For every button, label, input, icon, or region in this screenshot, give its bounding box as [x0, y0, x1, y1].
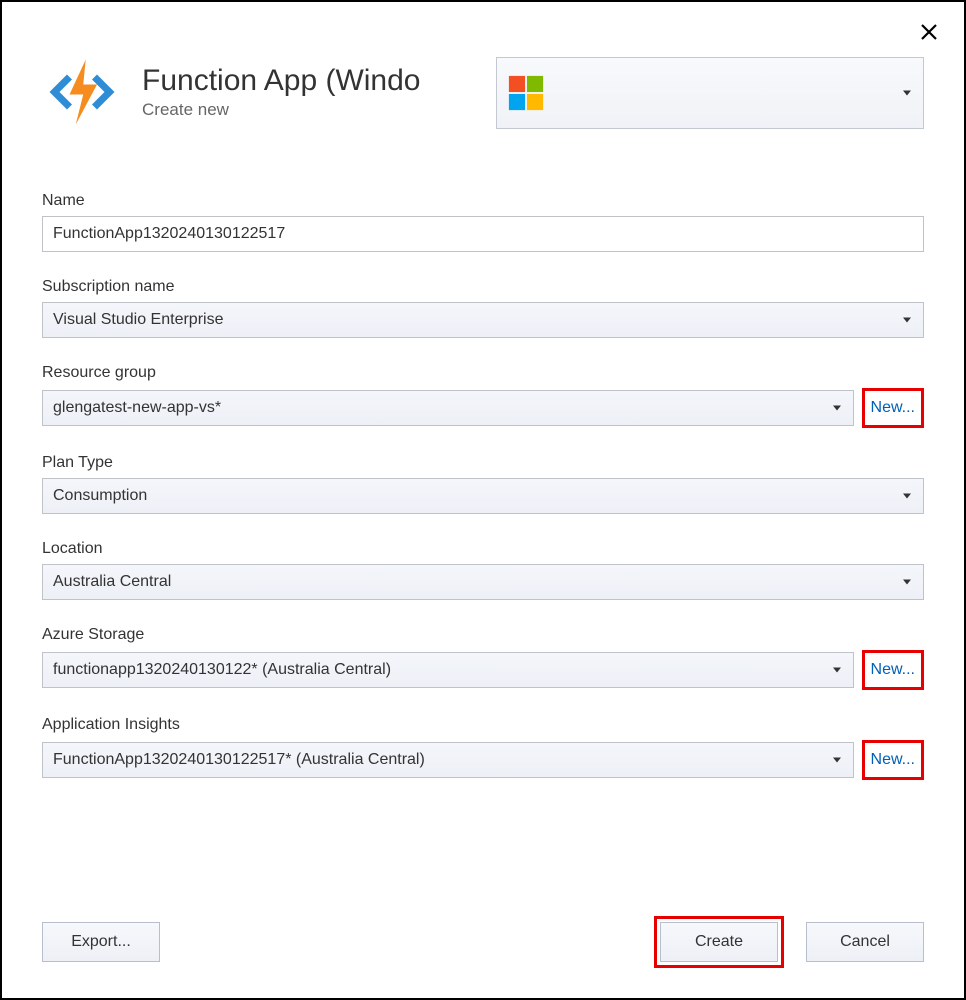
subscription-value: Visual Studio Enterprise: [53, 311, 223, 329]
chevron-down-icon: [903, 580, 911, 585]
dialog-title: Function App (Windo: [142, 64, 420, 98]
chevron-down-icon: [833, 406, 841, 411]
storage-dropdown[interactable]: functionapp1320240130122* (Australia Cen…: [42, 652, 854, 688]
dialog-footer: Export... Create Cancel: [42, 916, 924, 968]
dialog-subtitle: Create new: [142, 100, 420, 120]
account-selector[interactable]: [496, 57, 924, 129]
location-dropdown[interactable]: Australia Central: [42, 564, 924, 600]
chevron-down-icon: [903, 494, 911, 499]
plan-type-dropdown[interactable]: Consumption: [42, 478, 924, 514]
cancel-button[interactable]: Cancel: [806, 922, 924, 962]
chevron-down-icon: [833, 758, 841, 763]
resource-group-new-button[interactable]: New...: [862, 388, 924, 428]
storage-new-button[interactable]: New...: [862, 650, 924, 690]
plan-type-value: Consumption: [53, 487, 147, 505]
chevron-down-icon: [833, 668, 841, 673]
microsoft-logo-icon: [507, 74, 545, 112]
subscription-label: Subscription name: [42, 278, 924, 296]
name-label: Name: [42, 192, 924, 210]
resource-group-dropdown[interactable]: glengatest-new-app-vs*: [42, 390, 854, 426]
create-button[interactable]: Create: [660, 922, 778, 962]
export-button[interactable]: Export...: [42, 922, 160, 962]
plan-type-label: Plan Type: [42, 454, 924, 472]
name-input[interactable]: [42, 216, 924, 252]
chevron-down-icon: [903, 318, 911, 323]
chevron-down-icon: [903, 91, 911, 96]
close-button[interactable]: [919, 22, 939, 47]
resource-group-value: glengatest-new-app-vs*: [53, 399, 221, 417]
app-insights-value: FunctionApp1320240130122517* (Australia …: [53, 751, 425, 769]
storage-value: functionapp1320240130122* (Australia Cen…: [53, 661, 391, 679]
app-insights-dropdown[interactable]: FunctionApp1320240130122517* (Australia …: [42, 742, 854, 778]
resource-group-label: Resource group: [42, 364, 924, 382]
azure-functions-icon: [42, 52, 122, 132]
app-insights-label: Application Insights: [42, 716, 924, 734]
app-insights-new-button[interactable]: New...: [862, 740, 924, 780]
location-value: Australia Central: [53, 573, 171, 591]
subscription-dropdown[interactable]: Visual Studio Enterprise: [42, 302, 924, 338]
storage-label: Azure Storage: [42, 626, 924, 644]
location-label: Location: [42, 540, 924, 558]
